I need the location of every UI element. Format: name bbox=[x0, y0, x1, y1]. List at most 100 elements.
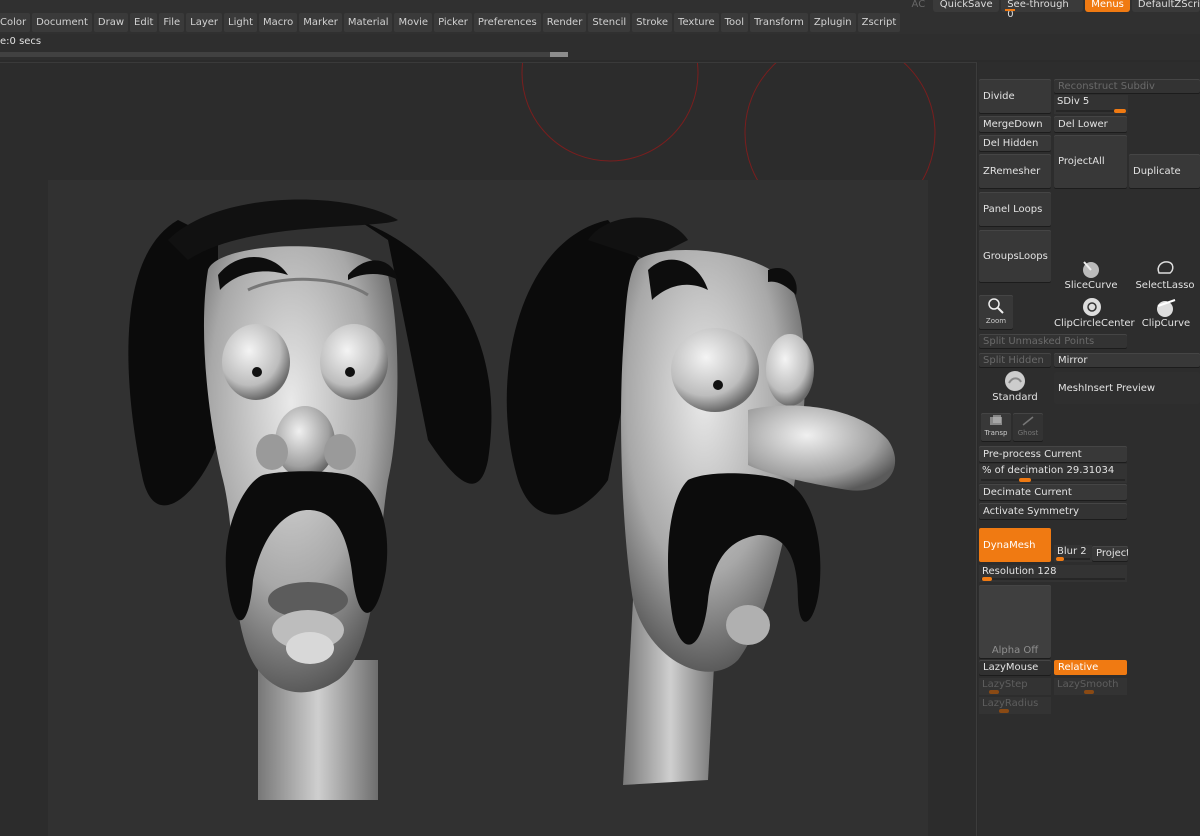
preprocess-current-button[interactable]: Pre-process Current bbox=[979, 446, 1127, 462]
lazyradius-knob[interactable] bbox=[999, 709, 1009, 713]
slicecurve-icon bbox=[1083, 261, 1099, 278]
alpha-thumbnail[interactable]: Alpha Off bbox=[979, 585, 1051, 658]
lazystep-label: LazyStep bbox=[982, 679, 1028, 690]
menu-light[interactable]: Light bbox=[224, 13, 258, 32]
decimation-value: 29.31034 bbox=[1066, 465, 1115, 476]
progress-knob[interactable] bbox=[550, 52, 568, 57]
3d-viewport[interactable] bbox=[48, 180, 928, 836]
decimate-current-button[interactable]: Decimate Current bbox=[979, 484, 1127, 500]
menu-macro[interactable]: Macro bbox=[259, 13, 298, 32]
blur-knob[interactable] bbox=[1056, 557, 1064, 561]
side-head-model bbox=[506, 217, 896, 785]
clipcirclecenter-brush[interactable]: ClipCircleCenter bbox=[1054, 296, 1135, 332]
slicecurve-brush[interactable]: SliceCurve bbox=[1054, 258, 1128, 296]
mergedown-button[interactable]: MergeDown bbox=[979, 116, 1051, 132]
document-canvas[interactable] bbox=[0, 62, 977, 836]
project-toggle[interactable]: Project bbox=[1092, 546, 1128, 561]
del-hidden-button[interactable]: Del Hidden bbox=[979, 135, 1051, 151]
menu-bar: Color Document Draw Edit File Layer Light Macro… bbox=[0, 0, 1200, 34]
menu-color[interactable]: Color bbox=[0, 13, 31, 32]
split-unmasked-points-button[interactable]: Split Unmasked Points bbox=[979, 334, 1127, 348]
blur-slider[interactable]: Blur 2 bbox=[1054, 545, 1092, 562]
menus-toggle[interactable]: Menus bbox=[1085, 0, 1130, 12]
zoom-icon bbox=[988, 298, 1004, 314]
duplicate-button[interactable]: Duplicate bbox=[1129, 154, 1200, 188]
menu-draw[interactable]: Draw bbox=[93, 13, 129, 32]
status-strip: e:0 secs bbox=[0, 34, 1200, 60]
menu-stroke[interactable]: Stroke bbox=[632, 13, 673, 32]
selectlasso-brush[interactable]: SelectLasso bbox=[1130, 258, 1200, 296]
see-through-label: See-through 0 bbox=[1007, 0, 1069, 20]
ghost-button[interactable]: Ghost bbox=[1013, 413, 1043, 441]
ghost-label: Ghost bbox=[1017, 429, 1039, 437]
top-right-controls: AC QuickSave See-through 0 Menus Default… bbox=[906, 0, 1200, 20]
menu-document[interactable]: Document bbox=[32, 13, 92, 32]
sdiv-slider[interactable]: SDiv 5 bbox=[1054, 95, 1128, 114]
clipcurve-brush[interactable]: ClipCurve bbox=[1132, 296, 1200, 332]
relative-toggle[interactable]: Relative bbox=[1054, 660, 1127, 675]
standard-brush-button[interactable]: Standard bbox=[979, 370, 1051, 406]
sdiv-knob[interactable] bbox=[1114, 109, 1126, 113]
groupsloops-button[interactable]: GroupsLoops bbox=[979, 230, 1051, 282]
transp-icon bbox=[990, 415, 1002, 425]
resolution-knob[interactable] bbox=[982, 577, 992, 581]
menu-texture[interactable]: Texture bbox=[674, 13, 719, 32]
transp-label: Transp bbox=[984, 429, 1008, 437]
menu-preferences[interactable]: Preferences bbox=[473, 13, 541, 32]
lazymouse-toggle[interactable]: LazyMouse bbox=[979, 660, 1051, 675]
zremesher-button[interactable]: ZRemesher bbox=[979, 154, 1051, 188]
reconstruct-subdiv-button[interactable]: Reconstruct Subdiv bbox=[1054, 79, 1200, 93]
standard-brush-icon bbox=[1005, 371, 1025, 391]
selectlasso-icon bbox=[1157, 261, 1174, 274]
decimation-slider[interactable]: % of decimation 29.31034 bbox=[979, 464, 1127, 483]
clipcirclecenter-icon bbox=[1083, 298, 1101, 316]
menu-tool[interactable]: Tool bbox=[720, 13, 749, 32]
meshinsert-preview-button[interactable]: MeshInsert Preview bbox=[1054, 372, 1200, 404]
quicksave-button[interactable]: QuickSave bbox=[933, 0, 1000, 12]
ac-indicator[interactable]: AC bbox=[906, 0, 932, 12]
lazystep-slider[interactable]: LazyStep bbox=[979, 678, 1051, 695]
menu-movie[interactable]: Movie bbox=[394, 13, 433, 32]
del-lower-button[interactable]: Del Lower bbox=[1054, 116, 1127, 132]
decimation-name: % of decimation bbox=[982, 465, 1064, 476]
lazysmooth-knob[interactable] bbox=[1084, 690, 1094, 694]
alpha-off-label: Alpha Off bbox=[991, 645, 1039, 656]
clipcurve-icon bbox=[1157, 299, 1176, 317]
mirror-button[interactable]: Mirror bbox=[1054, 353, 1200, 367]
decimation-label: % of decimation 29.31034 bbox=[982, 465, 1114, 476]
zoom-label: Zoom bbox=[985, 317, 1007, 325]
projectall-button[interactable]: ProjectAll bbox=[1054, 135, 1127, 188]
see-through-slider[interactable]: See-through 0 bbox=[1001, 0, 1084, 20]
lazysmooth-label: LazySmooth bbox=[1057, 679, 1119, 690]
menu-marker[interactable]: Marker bbox=[299, 13, 342, 32]
transp-button[interactable]: Transp bbox=[981, 413, 1011, 441]
menu-stencil[interactable]: Stencil bbox=[588, 13, 631, 32]
menu-render[interactable]: Render bbox=[542, 13, 587, 32]
resolution-slider[interactable]: Resolution 128 bbox=[979, 565, 1127, 582]
menu-edit[interactable]: Edit bbox=[130, 13, 158, 32]
menu-layer[interactable]: Layer bbox=[186, 13, 223, 32]
menu-file[interactable]: File bbox=[159, 13, 185, 32]
panel-loops-button[interactable]: Panel Loops bbox=[979, 192, 1051, 226]
default-zscript-button[interactable]: DefaultZScri bbox=[1131, 0, 1200, 12]
decimation-knob[interactable] bbox=[1019, 478, 1031, 482]
divide-button[interactable]: Divide bbox=[979, 79, 1051, 113]
lazysmooth-slider[interactable]: LazySmooth bbox=[1054, 678, 1127, 695]
menu-zplugin[interactable]: Zplugin bbox=[809, 13, 856, 32]
standard-brush-label: Standard bbox=[992, 392, 1038, 403]
menu-material[interactable]: Material bbox=[343, 13, 393, 32]
activate-symmetry-button[interactable]: Activate Symmetry bbox=[979, 503, 1127, 519]
menu-zscript[interactable]: Zscript bbox=[857, 13, 901, 32]
lazystep-knob[interactable] bbox=[989, 690, 999, 694]
lazyradius-label: LazyRadius bbox=[982, 698, 1039, 709]
render-timer: e:0 secs bbox=[0, 36, 42, 47]
split-hidden-button[interactable]: Split Hidden bbox=[979, 353, 1051, 367]
menu-picker[interactable]: Picker bbox=[434, 13, 472, 32]
front-head-model bbox=[128, 199, 492, 800]
progress-bar bbox=[0, 52, 568, 57]
dynamesh-button[interactable]: DynaMesh bbox=[979, 528, 1051, 562]
zoom-button[interactable]: Zoom bbox=[979, 295, 1013, 329]
lazyradius-slider[interactable]: LazyRadius bbox=[979, 697, 1051, 714]
sculpt-model-render bbox=[128, 199, 896, 800]
menu-transform[interactable]: Transform bbox=[750, 13, 808, 32]
